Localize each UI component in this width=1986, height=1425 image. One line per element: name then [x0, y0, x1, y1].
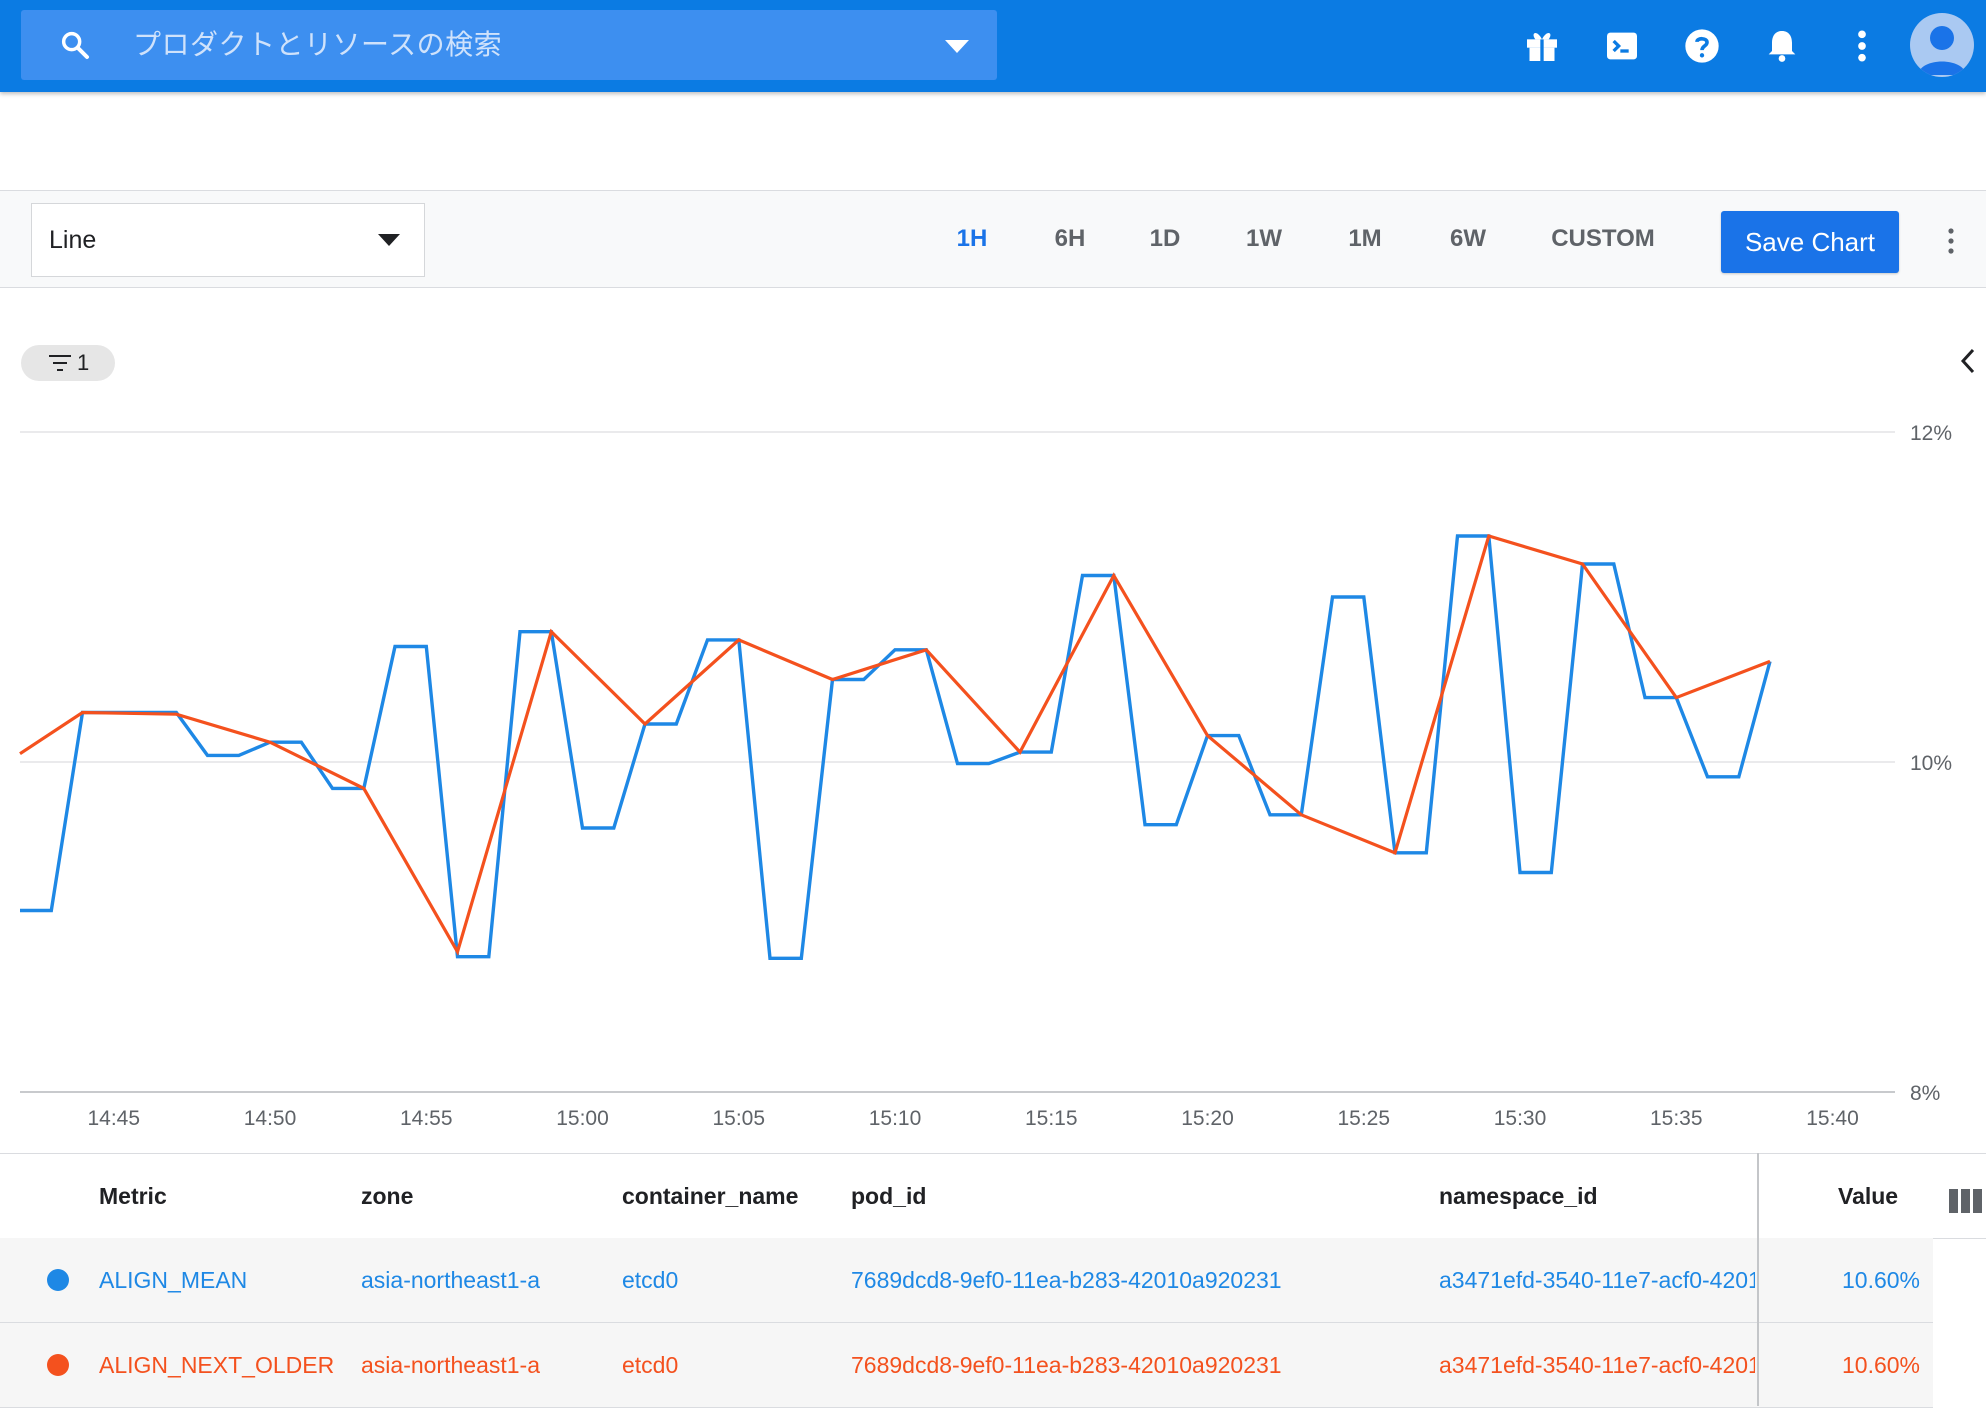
chevron-left-icon[interactable]: [1958, 347, 1978, 375]
cell-metric: ALIGN_NEXT_OLDER: [99, 1352, 335, 1378]
x-tick-label: 15:20: [1181, 1107, 1234, 1130]
gift-icon[interactable]: [1522, 26, 1562, 66]
cell-value: 10.60%: [1841, 1352, 1920, 1378]
x-tick-label: 15:40: [1806, 1107, 1859, 1130]
search-icon: [61, 31, 89, 59]
chevron-down-icon[interactable]: [945, 40, 969, 54]
y-tick-label: 12%: [1910, 422, 1952, 445]
range-1m[interactable]: 1M: [1337, 191, 1393, 287]
cell-pod-id: 7689dcd8-9ef0-11ea-b283-42010a920231: [851, 1267, 1282, 1293]
help-icon[interactable]: [1682, 26, 1722, 66]
cell-value: 10.60%: [1841, 1267, 1920, 1293]
range-custom[interactable]: CUSTOM: [1546, 191, 1660, 287]
table-row[interactable]: ALIGN_NEXT_OLDER asia-northeast1-a etcd0…: [0, 1323, 1933, 1408]
header-pod-id[interactable]: pod_id: [851, 1154, 926, 1238]
x-tick-label: 14:55: [400, 1107, 453, 1130]
line-chart: 12% 10% 8% 14:45 14:50 14:55 15:00 15:05 15:10 15…: [19, 422, 1952, 1130]
y-tick-label: 8%: [1910, 1082, 1940, 1105]
more-vert-icon[interactable]: [1943, 226, 1959, 256]
top-app-bar: プロダクトとリソースの検索: [0, 0, 1986, 92]
cell-container-name: etcd0: [622, 1352, 679, 1378]
x-tick-label: 14:50: [244, 1107, 297, 1130]
cell-namespace-id: a3471efd-3540-11e7-acf0-42010a92: [1439, 1352, 1755, 1378]
range-6h[interactable]: 6H: [1043, 191, 1097, 287]
cell-container-name: etcd0: [622, 1267, 679, 1293]
table-header: Metric zone container_name pod_id namesp…: [0, 1153, 1986, 1239]
dropdown-arrow-icon: [378, 234, 400, 246]
range-6w[interactable]: 6W: [1440, 191, 1496, 287]
cell-namespace-id: a3471efd-3540-11e7-acf0-42010a92: [1439, 1267, 1755, 1293]
more-vert-icon[interactable]: [1842, 26, 1882, 66]
chart-type-value: Line: [49, 226, 97, 254]
column-divider[interactable]: [1757, 1153, 1759, 1406]
series-color-dot: [47, 1269, 69, 1291]
range-1h[interactable]: 1H: [945, 191, 999, 287]
x-tick-label: 15:25: [1337, 1107, 1390, 1130]
filter-list-icon: [49, 355, 71, 371]
x-tick-label: 14:45: [87, 1107, 140, 1130]
x-tick-label: 15:15: [1025, 1107, 1078, 1130]
x-tick-label: 15:30: [1494, 1107, 1547, 1130]
save-chart-button[interactable]: Save Chart: [1721, 211, 1899, 273]
filter-chip[interactable]: 1: [21, 345, 115, 381]
search-placeholder: プロダクトとリソースの検索: [133, 29, 503, 60]
table-row[interactable]: ALIGN_MEAN asia-northeast1-a etcd0 7689d…: [0, 1238, 1933, 1323]
header-zone[interactable]: zone: [361, 1154, 413, 1238]
x-tick-label: 15:00: [556, 1107, 609, 1130]
range-1d[interactable]: 1D: [1138, 191, 1192, 287]
notifications-icon[interactable]: [1762, 26, 1802, 66]
account-avatar-icon[interactable]: [1910, 13, 1974, 77]
cell-zone: asia-northeast1-a: [361, 1267, 540, 1293]
filter-count: 1: [77, 350, 90, 375]
header-value[interactable]: Value: [1838, 1154, 1898, 1238]
column-settings-icon[interactable]: [1949, 1188, 1983, 1214]
chart-toolbar: Line 1H 6H 1D 1W 1M 6W CUSTOM Save Chart: [0, 190, 1986, 288]
cell-metric: ALIGN_MEAN: [99, 1267, 248, 1293]
chart-type-select[interactable]: Line: [31, 203, 425, 277]
x-tick-label: 15:35: [1650, 1107, 1703, 1130]
cloud-shell-icon[interactable]: [1602, 26, 1642, 66]
range-1w[interactable]: 1W: [1236, 191, 1292, 287]
x-tick-label: 15:05: [712, 1107, 765, 1130]
cell-pod-id: 7689dcd8-9ef0-11ea-b283-42010a920231: [851, 1352, 1282, 1378]
header-container-name[interactable]: container_name: [622, 1154, 798, 1238]
search-bar[interactable]: プロダクトとリソースの検索: [21, 10, 997, 80]
header-metric[interactable]: Metric: [99, 1154, 167, 1238]
cell-zone: asia-northeast1-a: [361, 1352, 540, 1378]
series-color-dot: [47, 1354, 69, 1376]
x-tick-label: 15:10: [869, 1107, 922, 1130]
y-tick-label: 10%: [1910, 752, 1952, 775]
header-namespace-id[interactable]: namespace_id: [1439, 1154, 1598, 1238]
